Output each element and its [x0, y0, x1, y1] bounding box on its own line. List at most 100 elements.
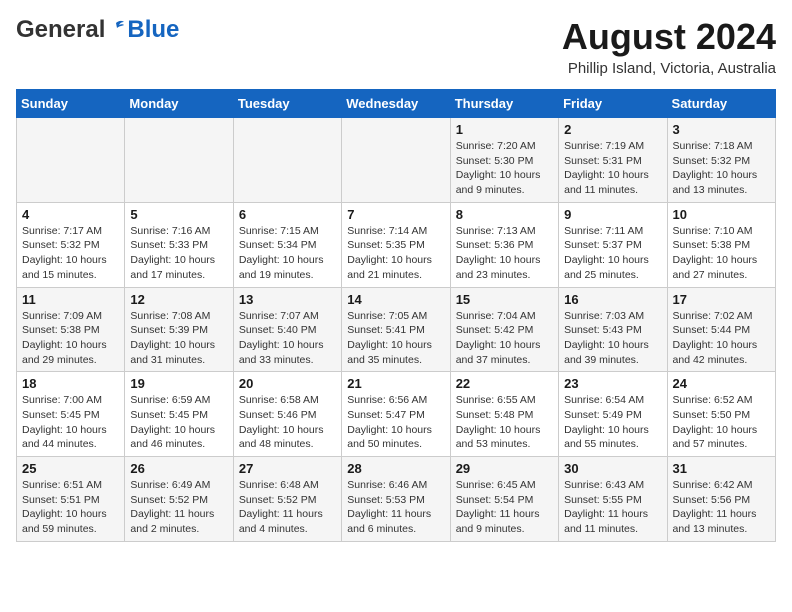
calendar-cell: 29 Sunrise: 6:45 AM Sunset: 5:54 PM Dayli… [450, 457, 558, 542]
day-number: 24 [673, 376, 770, 391]
calendar-cell: 3 Sunrise: 7:18 AM Sunset: 5:32 PM Daylig… [667, 118, 775, 203]
day-info: Sunrise: 7:05 AM Sunset: 5:41 PM Dayligh… [347, 309, 444, 368]
day-info: Sunrise: 7:20 AM Sunset: 5:30 PM Dayligh… [456, 139, 553, 198]
month-title: August 2024 [562, 16, 776, 58]
calendar-cell [17, 118, 125, 203]
day-info: Sunrise: 6:43 AM Sunset: 5:55 PM Dayligh… [564, 478, 661, 537]
location: Phillip Island, Victoria, Australia [562, 60, 776, 77]
day-number: 18 [22, 376, 119, 391]
day-info: Sunrise: 7:02 AM Sunset: 5:44 PM Dayligh… [673, 309, 770, 368]
day-info: Sunrise: 6:46 AM Sunset: 5:53 PM Dayligh… [347, 478, 444, 537]
calendar-cell: 1 Sunrise: 7:20 AM Sunset: 5:30 PM Daylig… [450, 118, 558, 203]
calendar-cell: 4 Sunrise: 7:17 AM Sunset: 5:32 PM Daylig… [17, 202, 125, 287]
calendar-cell: 23 Sunrise: 6:54 AM Sunset: 5:49 PM Dayli… [559, 372, 667, 457]
day-number: 16 [564, 292, 661, 307]
calendar-cell: 19 Sunrise: 6:59 AM Sunset: 5:45 PM Dayli… [125, 372, 233, 457]
calendar-cell [125, 118, 233, 203]
weekday-header-thursday: Thursday [450, 90, 558, 118]
day-info: Sunrise: 6:52 AM Sunset: 5:50 PM Dayligh… [673, 393, 770, 452]
day-number: 21 [347, 376, 444, 391]
day-info: Sunrise: 6:45 AM Sunset: 5:54 PM Dayligh… [456, 478, 553, 537]
week-row-5: 25 Sunrise: 6:51 AM Sunset: 5:51 PM Dayli… [17, 457, 776, 542]
day-number: 25 [22, 461, 119, 476]
day-info: Sunrise: 6:42 AM Sunset: 5:56 PM Dayligh… [673, 478, 770, 537]
calendar-cell: 6Sunrise: 7:15 AM Sunset: 5:34 PM Daylig… [233, 202, 341, 287]
day-info: Sunrise: 7:19 AM Sunset: 5:31 PM Dayligh… [564, 139, 661, 198]
calendar-cell: 13Sunrise: 7:07 AM Sunset: 5:40 PM Dayli… [233, 287, 341, 372]
day-info: Sunrise: 7:16 AM Sunset: 5:33 PM Dayligh… [130, 224, 227, 283]
weekday-header-tuesday: Tuesday [233, 90, 341, 118]
day-info: Sunrise: 7:08 AM Sunset: 5:39 PM Dayligh… [130, 309, 227, 368]
day-info: Sunrise: 6:51 AM Sunset: 5:51 PM Dayligh… [22, 478, 119, 537]
logo: General Blue [16, 16, 179, 44]
day-info: Sunrise: 6:54 AM Sunset: 5:49 PM Dayligh… [564, 393, 661, 452]
day-info: Sunrise: 7:00 AM Sunset: 5:45 PM Dayligh… [22, 393, 119, 452]
title-area: August 2024 Phillip Island, Victoria, Au… [562, 16, 776, 77]
day-number: 20 [239, 376, 336, 391]
logo-blue: Blue [127, 16, 179, 44]
calendar-cell: 12Sunrise: 7:08 AM Sunset: 5:39 PM Dayli… [125, 287, 233, 372]
day-info: Sunrise: 7:13 AM Sunset: 5:36 PM Dayligh… [456, 224, 553, 283]
calendar-cell: 31 Sunrise: 6:42 AM Sunset: 5:56 PM Dayli… [667, 457, 775, 542]
day-info: Sunrise: 6:55 AM Sunset: 5:48 PM Dayligh… [456, 393, 553, 452]
day-number: 3 [673, 122, 770, 137]
calendar-cell: 22 Sunrise: 6:55 AM Sunset: 5:48 PM Dayli… [450, 372, 558, 457]
calendar-cell: 25 Sunrise: 6:51 AM Sunset: 5:51 PM Dayli… [17, 457, 125, 542]
weekday-header-friday: Friday [559, 90, 667, 118]
weekday-header-sunday: Sunday [17, 90, 125, 118]
calendar-table: SundayMondayTuesdayWednesdayThursdayFrid… [16, 89, 776, 542]
weekday-header-wednesday: Wednesday [342, 90, 450, 118]
day-number: 23 [564, 376, 661, 391]
calendar-cell: 30 Sunrise: 6:43 AM Sunset: 5:55 PM Dayli… [559, 457, 667, 542]
calendar-cell: 16 Sunrise: 7:03 AM Sunset: 5:43 PM Dayli… [559, 287, 667, 372]
calendar-cell: 8Sunrise: 7:13 AM Sunset: 5:36 PM Daylig… [450, 202, 558, 287]
day-number: 10 [673, 207, 770, 222]
calendar-cell: 14 Sunrise: 7:05 AM Sunset: 5:41 PM Dayli… [342, 287, 450, 372]
day-info: Sunrise: 7:14 AM Sunset: 5:35 PM Dayligh… [347, 224, 444, 283]
weekday-header-monday: Monday [125, 90, 233, 118]
day-info: Sunrise: 7:15 AM Sunset: 5:34 PM Dayligh… [239, 224, 336, 283]
day-number: 2 [564, 122, 661, 137]
calendar-cell: 11 Sunrise: 7:09 AM Sunset: 5:38 PM Dayli… [17, 287, 125, 372]
week-row-4: 18 Sunrise: 7:00 AM Sunset: 5:45 PM Dayli… [17, 372, 776, 457]
day-info: Sunrise: 6:56 AM Sunset: 5:47 PM Dayligh… [347, 393, 444, 452]
day-number: 27 [239, 461, 336, 476]
day-number: 30 [564, 461, 661, 476]
day-number: 29 [456, 461, 553, 476]
day-number: 22 [456, 376, 553, 391]
day-info: Sunrise: 7:09 AM Sunset: 5:38 PM Dayligh… [22, 309, 119, 368]
day-number: 19 [130, 376, 227, 391]
day-info: Sunrise: 7:11 AM Sunset: 5:37 PM Dayligh… [564, 224, 661, 283]
day-info: Sunrise: 7:03 AM Sunset: 5:43 PM Dayligh… [564, 309, 661, 368]
day-number: 4 [22, 207, 119, 222]
day-info: Sunrise: 7:18 AM Sunset: 5:32 PM Dayligh… [673, 139, 770, 198]
day-number: 5 [130, 207, 227, 222]
calendar-cell: 15Sunrise: 7:04 AM Sunset: 5:42 PM Dayli… [450, 287, 558, 372]
calendar-cell: 7 Sunrise: 7:14 AM Sunset: 5:35 PM Daylig… [342, 202, 450, 287]
day-info: Sunrise: 6:49 AM Sunset: 5:52 PM Dayligh… [130, 478, 227, 537]
calendar-cell: 2 Sunrise: 7:19 AM Sunset: 5:31 PM Daylig… [559, 118, 667, 203]
calendar-cell: 28Sunrise: 6:46 AM Sunset: 5:53 PM Dayli… [342, 457, 450, 542]
week-row-2: 4 Sunrise: 7:17 AM Sunset: 5:32 PM Daylig… [17, 202, 776, 287]
logo-general: General [16, 16, 105, 44]
day-number: 26 [130, 461, 227, 476]
day-number: 31 [673, 461, 770, 476]
week-row-3: 11 Sunrise: 7:09 AM Sunset: 5:38 PM Dayli… [17, 287, 776, 372]
calendar-cell: 5 Sunrise: 7:16 AM Sunset: 5:33 PM Daylig… [125, 202, 233, 287]
calendar-cell: 17Sunrise: 7:02 AM Sunset: 5:44 PM Dayli… [667, 287, 775, 372]
calendar-cell [342, 118, 450, 203]
calendar-cell: 24 Sunrise: 6:52 AM Sunset: 5:50 PM Dayli… [667, 372, 775, 457]
day-number: 14 [347, 292, 444, 307]
day-number: 1 [456, 122, 553, 137]
day-info: Sunrise: 6:59 AM Sunset: 5:45 PM Dayligh… [130, 393, 227, 452]
day-info: Sunrise: 6:58 AM Sunset: 5:46 PM Dayligh… [239, 393, 336, 452]
day-info: Sunrise: 7:17 AM Sunset: 5:32 PM Dayligh… [22, 224, 119, 283]
calendar-cell: 21 Sunrise: 6:56 AM Sunset: 5:47 PM Dayli… [342, 372, 450, 457]
day-info: Sunrise: 7:04 AM Sunset: 5:42 PM Dayligh… [456, 309, 553, 368]
day-number: 7 [347, 207, 444, 222]
calendar-header: SundayMondayTuesdayWednesdayThursdayFrid… [17, 90, 776, 118]
day-info: Sunrise: 6:48 AM Sunset: 5:52 PM Dayligh… [239, 478, 336, 537]
day-number: 11 [22, 292, 119, 307]
logo-bird-icon [107, 19, 125, 37]
day-number: 13 [239, 292, 336, 307]
